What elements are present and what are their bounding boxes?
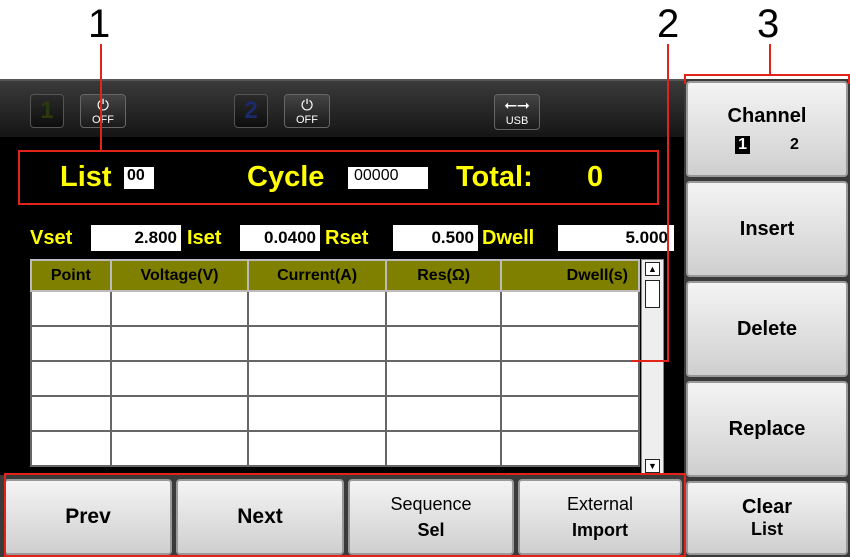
table-cell bbox=[30, 325, 112, 362]
scroll-up-icon[interactable]: ▲ bbox=[645, 262, 660, 276]
table-cell bbox=[384, 395, 503, 432]
column-header: Res(Ω) bbox=[384, 259, 503, 292]
vset-label: Vset bbox=[30, 227, 73, 249]
callout-2-leader-tick bbox=[631, 360, 669, 362]
table-cell bbox=[247, 395, 387, 432]
column-header: Current(A) bbox=[247, 259, 387, 292]
clear-list-button[interactable]: Clear List bbox=[686, 481, 848, 555]
table-cell bbox=[109, 430, 250, 467]
table-cell bbox=[500, 395, 640, 432]
table-cell bbox=[30, 290, 112, 327]
table-row[interactable] bbox=[30, 325, 640, 362]
channel-select-label: Channel bbox=[727, 104, 807, 127]
table-cell bbox=[247, 290, 387, 327]
callout-3: 3 bbox=[757, 2, 780, 46]
channel-1-indicator: 1 bbox=[30, 94, 64, 128]
table-row[interactable] bbox=[30, 430, 640, 467]
replace-button-label: Replace bbox=[728, 417, 806, 440]
table-cell bbox=[500, 325, 640, 362]
dwell-field[interactable]: 5.000 bbox=[558, 225, 674, 251]
channel-select-button[interactable]: Channel 1 2 bbox=[686, 81, 848, 177]
channel-2-option[interactable]: 2 bbox=[790, 136, 799, 154]
clear-list-line2: List bbox=[750, 519, 783, 539]
table-cell bbox=[30, 360, 112, 397]
table-cell bbox=[109, 325, 250, 362]
channel-1-power-state: OFF bbox=[92, 114, 114, 126]
list-table: Point Voltage(V) Current(A) Res(Ω) Dwell… bbox=[30, 259, 640, 467]
table-row[interactable] bbox=[30, 290, 640, 327]
table-cell bbox=[30, 395, 112, 432]
callout-1-frame bbox=[18, 150, 659, 205]
delete-button[interactable]: Delete bbox=[686, 281, 848, 377]
column-header: Dwell(s) bbox=[500, 259, 640, 292]
channel-1-option[interactable]: 1 bbox=[735, 135, 750, 154]
channel-2-power-icon: ⏻ OFF bbox=[284, 94, 330, 128]
status-bar: 1 ⏻ OFF 2 ⏻ OFF ⭠⭢ USB bbox=[0, 79, 684, 137]
insert-button-label: Insert bbox=[739, 217, 795, 240]
callout-1: 1 bbox=[88, 2, 111, 46]
table-cell bbox=[500, 430, 640, 467]
callout-1-leader bbox=[100, 44, 102, 150]
channel-1-power-icon: ⏻ OFF bbox=[80, 94, 126, 128]
table-header-row: Point Voltage(V) Current(A) Res(Ω) Dwell… bbox=[30, 259, 640, 292]
table-cell bbox=[384, 325, 503, 362]
table-cell bbox=[247, 360, 387, 397]
bottom-keys-frame bbox=[4, 473, 686, 557]
side-softkey-panel: Channel 1 2 Insert Delete Replace Clear … bbox=[684, 79, 850, 557]
callout-3-leader bbox=[769, 44, 771, 75]
table-row[interactable] bbox=[30, 360, 640, 397]
channel-2-indicator: 2 bbox=[234, 94, 268, 128]
replace-button[interactable]: Replace bbox=[686, 381, 848, 477]
vset-field[interactable]: 2.800 bbox=[91, 225, 181, 251]
table-cell bbox=[500, 290, 640, 327]
table-cell bbox=[500, 360, 640, 397]
table-cell bbox=[109, 290, 250, 327]
scroll-down-icon[interactable]: ▼ bbox=[645, 459, 660, 473]
side-panel-frame bbox=[684, 74, 850, 84]
clear-list-line1: Clear bbox=[741, 496, 793, 518]
rset-field[interactable]: 0.500 bbox=[393, 225, 478, 251]
usb-icon: ⭠⭢ USB bbox=[494, 94, 540, 130]
table-row[interactable] bbox=[30, 395, 640, 432]
column-header: Point bbox=[30, 259, 112, 292]
channel-2-power-state: OFF bbox=[296, 114, 318, 126]
iset-field[interactable]: 0.0400 bbox=[240, 225, 320, 251]
column-header: Voltage(V) bbox=[109, 259, 250, 292]
table-cell bbox=[247, 325, 387, 362]
table-cell bbox=[384, 360, 503, 397]
iset-label: Iset bbox=[187, 227, 222, 249]
table-cell bbox=[109, 395, 250, 432]
delete-button-label: Delete bbox=[736, 317, 798, 340]
table-cell bbox=[109, 360, 250, 397]
scroll-thumb[interactable] bbox=[645, 280, 660, 308]
rset-label: Rset bbox=[325, 227, 369, 249]
insert-button[interactable]: Insert bbox=[686, 181, 848, 277]
table-cell bbox=[30, 430, 112, 467]
table-cell bbox=[247, 430, 387, 467]
table-scrollbar[interactable]: ▲ ▼ bbox=[641, 259, 664, 476]
dwell-label: Dwell bbox=[482, 227, 535, 249]
callout-2-leader bbox=[667, 44, 669, 362]
table-cell bbox=[384, 290, 503, 327]
usb-label: USB bbox=[505, 115, 529, 127]
table-cell bbox=[384, 430, 503, 467]
callout-2: 2 bbox=[657, 2, 680, 46]
